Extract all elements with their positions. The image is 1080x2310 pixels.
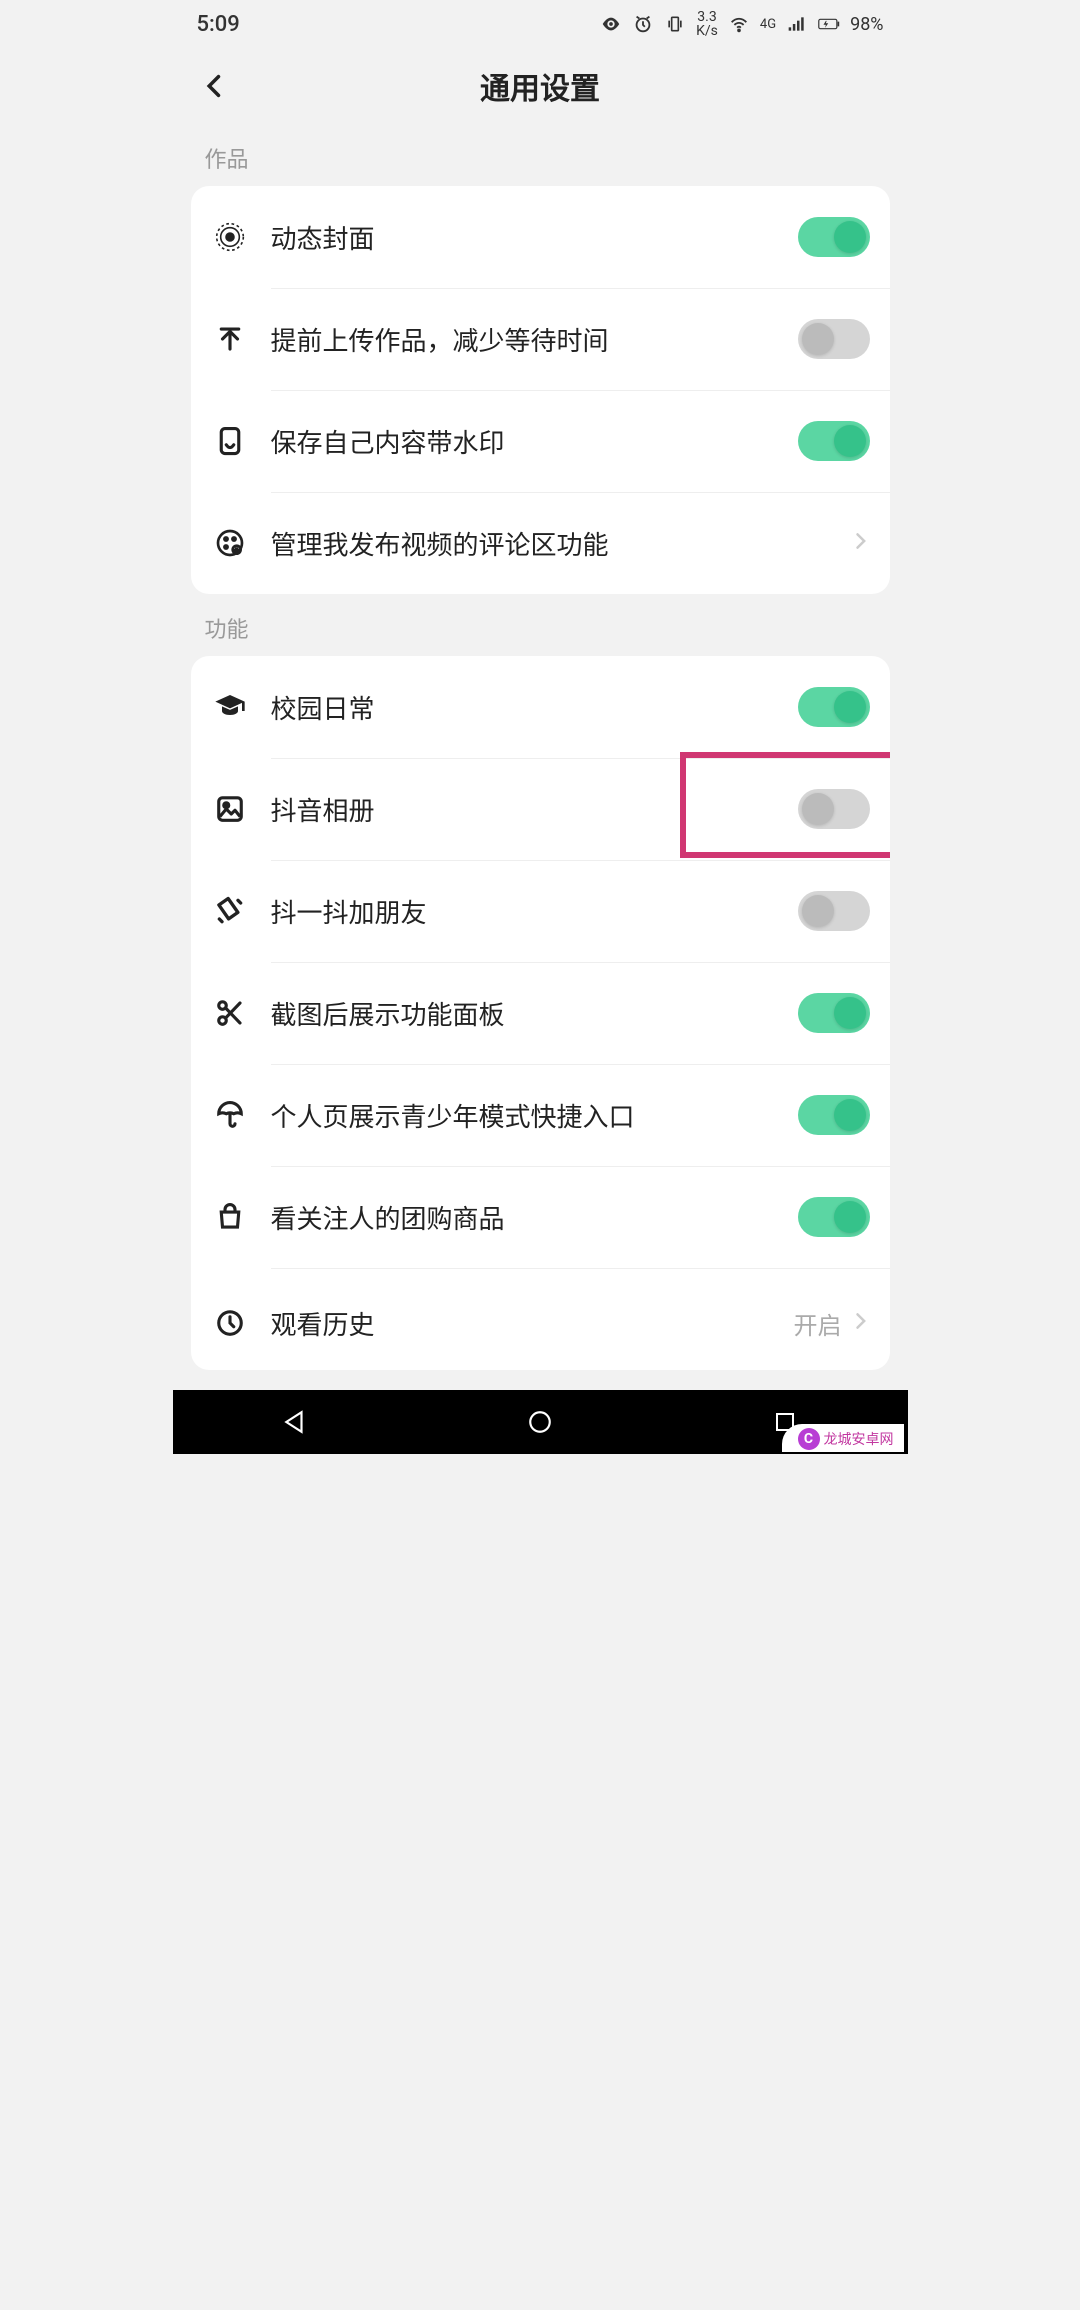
row-pre-upload[interactable]: 提前上传作品，减少等待时间 (191, 288, 890, 390)
toggle-shake-friend[interactable] (798, 891, 870, 931)
watermark-text: 龙城安卓网 (824, 1429, 894, 1449)
back-button[interactable] (195, 66, 235, 106)
toggle-group-buy[interactable] (798, 1197, 870, 1237)
battery-icon (818, 13, 840, 35)
row-label: 提前上传作品，减少等待时间 (271, 321, 798, 358)
row-watch-history[interactable]: 观看历史 开启 (191, 1268, 890, 1370)
row-group-buy[interactable]: 看关注人的团购商品 (191, 1166, 890, 1268)
toggle-pre-upload[interactable] (798, 319, 870, 359)
palette-icon: + (211, 524, 249, 562)
row-comment-manage[interactable]: + 管理我发布视频的评论区功能 (191, 492, 890, 594)
nav-back-button[interactable] (255, 1402, 335, 1442)
wifi-icon (728, 13, 750, 35)
row-youth-mode[interactable]: 个人页展示青少年模式快捷入口 (191, 1064, 890, 1166)
features-card: 校园日常 抖音相册 抖一抖加朋友 截图后展示功能面板 个人页展示青少年模式快捷入… (191, 656, 890, 1370)
row-label: 校园日常 (271, 689, 798, 726)
row-label: 动态封面 (271, 219, 798, 256)
row-label: 个人页展示青少年模式快捷入口 (271, 1097, 798, 1134)
toggle-dynamic-cover[interactable] (798, 217, 870, 257)
battery-percent: 98% (850, 14, 883, 35)
chevron-right-icon (850, 529, 870, 557)
works-card: 动态封面 提前上传作品，减少等待时间 保存自己内容带水印 + 管理我发布视频的评… (191, 186, 890, 594)
svg-text:+: + (234, 546, 238, 554)
row-label: 抖一抖加朋友 (271, 893, 798, 930)
row-screenshot-panel[interactable]: 截图后展示功能面板 (191, 962, 890, 1064)
signal-icon (786, 13, 808, 35)
row-value: 开启 (794, 1306, 842, 1341)
row-label: 截图后展示功能面板 (271, 995, 798, 1032)
page-title: 通用设置 (189, 64, 892, 108)
toggle-watermark[interactable] (798, 421, 870, 461)
bag-icon (211, 1198, 249, 1236)
row-label: 管理我发布视频的评论区功能 (271, 525, 842, 562)
clock-icon (211, 1304, 249, 1342)
eye-icon (600, 13, 622, 35)
row-campus[interactable]: 校园日常 (191, 656, 890, 758)
toggle-youth-mode[interactable] (798, 1095, 870, 1135)
row-label: 看关注人的团购商品 (271, 1199, 798, 1236)
vibrate-icon (664, 13, 686, 35)
network-type: 4G (760, 17, 776, 32)
alarm-icon (632, 13, 654, 35)
upload-icon (211, 320, 249, 358)
scissors-icon (211, 994, 249, 1032)
umbrella-icon (211, 1096, 249, 1134)
network-speed: 3.3 K/s (696, 10, 718, 38)
status-time: 5:09 (197, 12, 240, 37)
toggle-douyin-album[interactable] (798, 789, 870, 829)
target-icon (211, 218, 249, 256)
status-icons: 3.3 K/s 4G 98% (600, 10, 883, 38)
section-label-works: 作品 (173, 124, 908, 186)
image-icon (211, 790, 249, 828)
page-header: 通用设置 (173, 44, 908, 124)
watermark-icon: C (798, 1428, 820, 1450)
chevron-right-icon (850, 1309, 870, 1337)
shake-icon (211, 892, 249, 930)
section-label-features: 功能 (173, 594, 908, 656)
watermark: C 龙城安卓网 (782, 1424, 904, 1452)
status-bar: 5:09 3.3 K/s 4G 98% (173, 0, 908, 44)
toggle-screenshot-panel[interactable] (798, 993, 870, 1033)
row-shake-friend[interactable]: 抖一抖加朋友 (191, 860, 890, 962)
row-label: 观看历史 (271, 1305, 794, 1342)
graduation-cap-icon (211, 688, 249, 726)
row-dynamic-cover[interactable]: 动态封面 (191, 186, 890, 288)
row-label: 保存自己内容带水印 (271, 423, 798, 460)
toggle-campus[interactable] (798, 687, 870, 727)
row-label: 抖音相册 (271, 791, 798, 828)
row-douyin-album[interactable]: 抖音相册 (191, 758, 890, 860)
nav-home-button[interactable] (500, 1402, 580, 1442)
row-watermark[interactable]: 保存自己内容带水印 (191, 390, 890, 492)
phone-icon (211, 422, 249, 460)
